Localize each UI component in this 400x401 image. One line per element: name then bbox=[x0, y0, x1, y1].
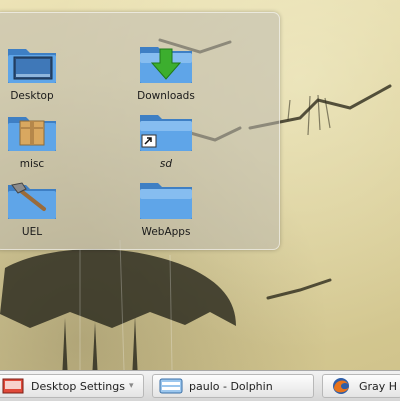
item-label: misc bbox=[19, 158, 45, 170]
task-dolphin[interactable]: paulo - Dolphin bbox=[152, 374, 314, 398]
folder-view-widget: Desktop Downloads misc sd UEL WebApps bbox=[0, 12, 280, 250]
task-firefox[interactable]: Gray H bbox=[322, 374, 400, 398]
task-label: Desktop Settings bbox=[31, 379, 125, 393]
downloads-folder-item[interactable]: Downloads bbox=[111, 43, 221, 103]
item-label: UEL bbox=[21, 226, 43, 238]
settings-icon bbox=[1, 376, 25, 396]
task-desktop-settings[interactable]: Desktop Settings ▾ bbox=[0, 374, 144, 398]
desktop-folder-icon bbox=[0, 43, 64, 87]
firefox-icon bbox=[329, 376, 353, 396]
dolphin-icon bbox=[159, 376, 183, 396]
task-label: Gray H bbox=[359, 379, 398, 393]
symlink-folder-icon bbox=[134, 111, 198, 155]
item-label: Desktop bbox=[10, 90, 54, 102]
item-label: WebApps bbox=[141, 226, 191, 238]
taskbar: Desktop Settings ▾ paulo - Dolphin Gray … bbox=[0, 370, 400, 401]
task-label: paulo - Dolphin bbox=[189, 379, 273, 393]
misc-folder-item[interactable]: misc bbox=[0, 111, 87, 171]
downloads-folder-icon bbox=[134, 43, 198, 87]
package-folder-icon bbox=[0, 111, 64, 155]
sd-folder-item[interactable]: sd bbox=[111, 111, 221, 171]
item-label: Downloads bbox=[137, 90, 195, 102]
item-label: sd bbox=[159, 158, 173, 170]
uel-folder-item[interactable]: UEL bbox=[0, 179, 87, 239]
chevron-down-icon: ▾ bbox=[128, 381, 134, 391]
desktop-folder-item[interactable]: Desktop bbox=[0, 43, 87, 103]
folder-icon bbox=[134, 179, 198, 223]
tools-folder-icon bbox=[0, 179, 64, 223]
webapps-folder-item[interactable]: WebApps bbox=[111, 179, 221, 239]
